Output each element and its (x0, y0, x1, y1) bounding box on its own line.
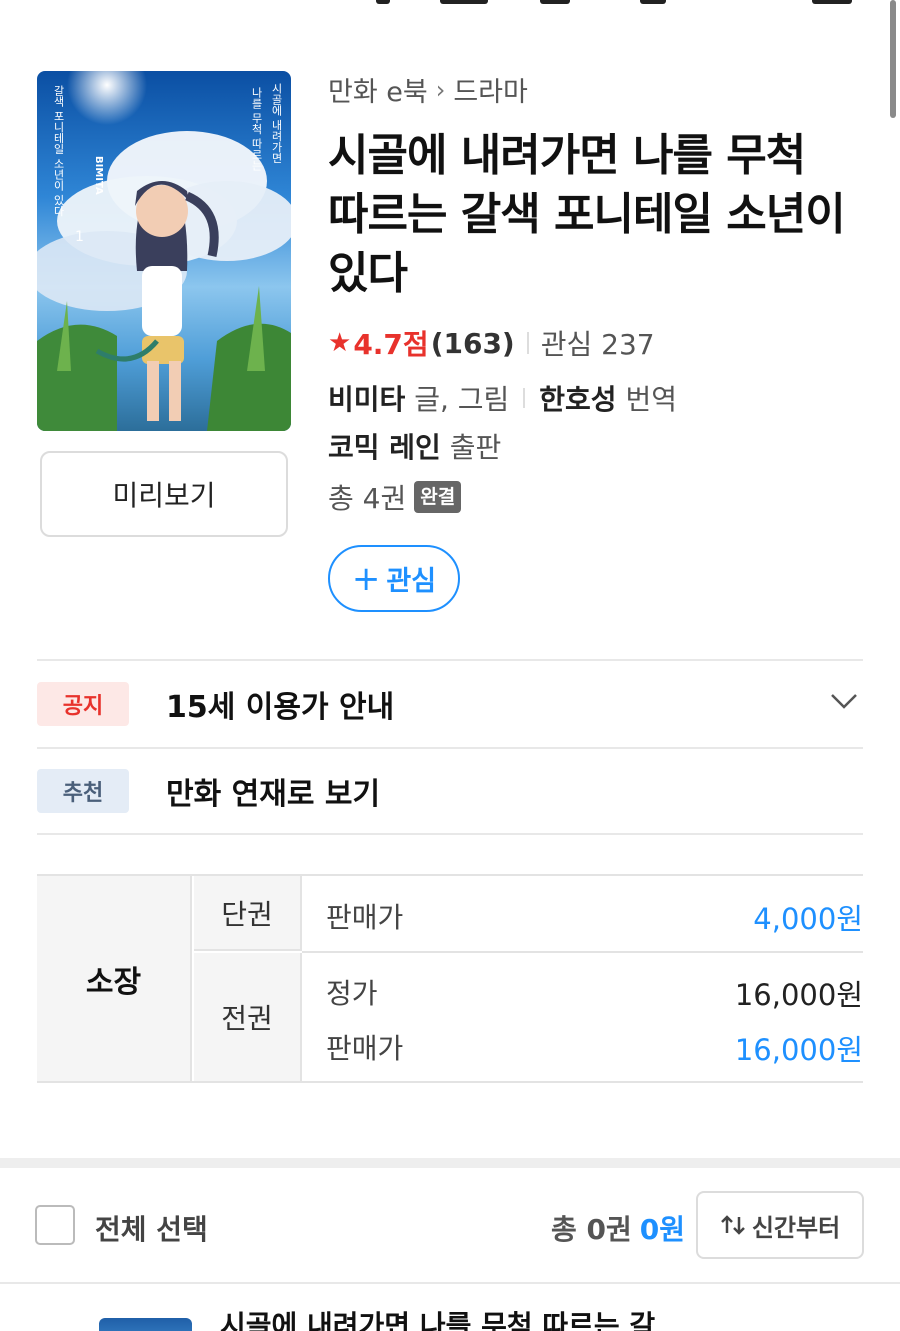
publisher-name-link[interactable]: 코믹 레인 (328, 426, 441, 466)
rating-count[interactable]: (163) (431, 327, 515, 360)
volume-title: 시골에 내려가면 나를 무척 따르는 갈 (220, 1309, 656, 1331)
divider (523, 388, 526, 408)
cover-title-text: 시골에 내려가면 (270, 83, 283, 164)
notice-row-recommend[interactable]: 추천 만화 연재로 보기 (37, 747, 863, 835)
publisher-role: 출판 (449, 431, 502, 464)
author-row: 비미타 글, 그림 한호성 번역 (328, 378, 677, 418)
selection-count: 총 0권 (551, 1213, 632, 1246)
table-divider (302, 951, 863, 953)
cover-volume-number: 1 (75, 229, 84, 245)
book-title: 시골에 내려가면 나를 무척 따르는 갈색 포니테일 소년이 있다 (328, 130, 846, 299)
volume-total: 총 4권 (328, 482, 407, 515)
publisher-row: 코믹 레인 출판 (328, 426, 501, 466)
scrollbar[interactable] (890, 0, 896, 118)
select-all-label[interactable]: 전체 선택 (95, 1208, 208, 1248)
recommend-link-text: 만화 연재로 보기 (166, 777, 381, 812)
rating-score[interactable]: 4.7점 (353, 323, 428, 363)
price-table: 소장 단권 전권 판매가 4,000원 정가 16,000원 판매가 16,00… (37, 874, 863, 1083)
sort-arrows-icon (720, 1215, 745, 1235)
section-divider (0, 1158, 900, 1168)
notice-text: 15세 이용가 안내 (166, 690, 395, 725)
completed-badge: 완결 (414, 481, 462, 513)
select-all-checkbox[interactable] (35, 1205, 75, 1245)
notice-row-age[interactable]: 공지 15세 이용가 안내 (37, 659, 863, 747)
recommend-tag: 추천 (37, 769, 129, 813)
follow-label: 관심 (386, 566, 437, 597)
set-sale-name: 판매가 (326, 1032, 404, 1065)
sort-label: 신간부터 (751, 1213, 841, 1242)
volume-thumbnail (99, 1318, 192, 1331)
book-cover-image[interactable]: 시골에 내려가면 나를 무척 따르는 갈색 포니테일 소년이 있다 BIMITA… (37, 71, 291, 431)
volume-list-item[interactable]: 시골에 내려가면 나를 무척 따르는 갈 (0, 1286, 900, 1331)
selection-price: 0원 (639, 1213, 686, 1246)
star-icon: ★ (328, 328, 352, 358)
top-header-cutoff (0, 0, 900, 10)
follow-button[interactable]: + 관심 (328, 545, 460, 612)
breadcrumb-separator-icon: › (435, 75, 446, 104)
set-list-price: 16,000원 (734, 978, 863, 1012)
notice-list: 공지 15세 이용가 안내 추천 만화 연재로 보기 (37, 659, 863, 835)
cover-title-text: 나를 무척 따르는 (250, 87, 263, 171)
sort-button[interactable]: 신간부터 (696, 1191, 864, 1259)
all-volumes-label: 전권 (194, 953, 302, 1081)
rating-row: ★ 4.7점 (163) 관심 237 (328, 323, 655, 363)
cover-title-text: 갈색 포니테일 소년이 있다 (52, 85, 65, 217)
translator-name-link[interactable]: 한호성 (539, 378, 616, 418)
breadcrumb: 만화 e북 › 드라마 (328, 70, 528, 109)
notice-tag: 공지 (37, 682, 129, 726)
preview-button[interactable]: 미리보기 (40, 451, 288, 537)
selection-summary: 총 0권 0원 (551, 1208, 685, 1248)
breadcrumb-genre-link[interactable]: 드라마 (453, 70, 528, 109)
interest-count: 관심 237 (540, 328, 655, 361)
volume-total-row: 총 4권 완결 (328, 477, 462, 517)
translator-role: 번역 (625, 383, 677, 416)
breadcrumb-category-link[interactable]: 만화 e북 (328, 70, 428, 109)
single-sale-name: 판매가 (326, 901, 404, 934)
single-sale-price: 4,000원 (753, 902, 863, 936)
set-sale-price: 16,000원 (734, 1033, 863, 1067)
author-name-link[interactable]: 비미타 (328, 378, 405, 418)
chevron-down-icon[interactable] (829, 691, 859, 711)
plus-icon: + (351, 558, 381, 599)
set-list-name: 정가 (326, 977, 378, 1010)
cover-author-mark: BIMITA (93, 156, 104, 195)
divider (526, 332, 529, 354)
author-role: 글, 그림 (414, 383, 510, 416)
single-volume-label: 단권 (194, 876, 302, 951)
price-type-label: 소장 (37, 876, 192, 1081)
volume-select-bar: 전체 선택 총 0권 0원 신간부터 (0, 1168, 900, 1284)
